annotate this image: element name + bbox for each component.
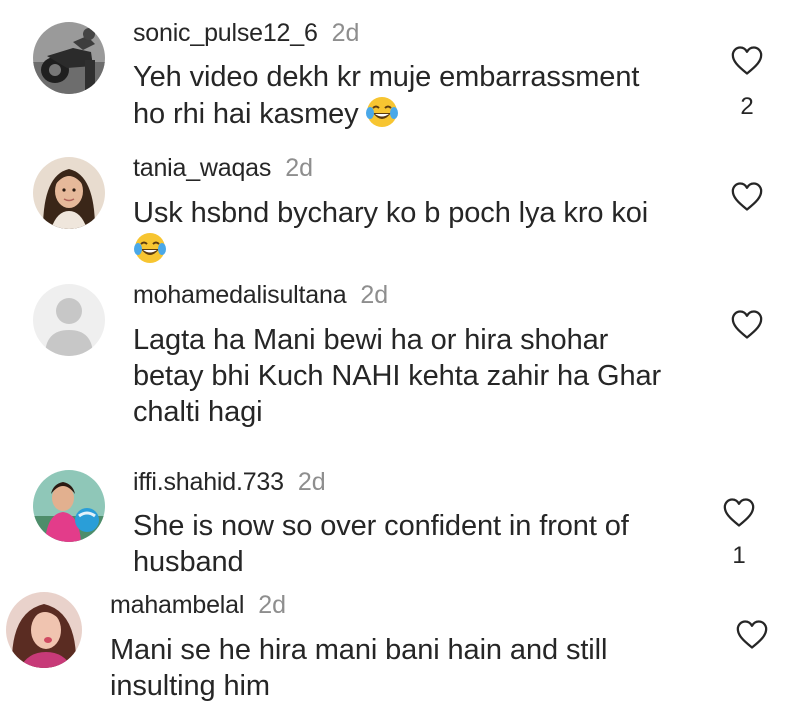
comment-line: She is now so over confident in front of xyxy=(133,510,629,542)
avatar[interactable] xyxy=(33,284,105,356)
like-button[interactable] xyxy=(730,44,764,76)
heart-outline-icon xyxy=(723,498,755,527)
comment-meta: mohamedalisultana 2d xyxy=(133,280,388,310)
comment-text: She is now so over confident in front of… xyxy=(133,508,629,580)
comment-meta: tania_waqas 2d xyxy=(133,153,313,183)
comment-text: Yeh video dekh kr muje embarrassment ho … xyxy=(133,59,639,132)
comment-line: insulting him xyxy=(110,670,270,702)
motorcycle-avatar xyxy=(33,22,105,94)
heart-outline-icon xyxy=(736,620,768,649)
comment-line: ho rhi hai kasmey xyxy=(133,98,359,130)
laughing-tears-emoji xyxy=(134,233,166,263)
comment-line: chalti hagi xyxy=(133,396,263,428)
username[interactable]: mohamedalisultana xyxy=(133,281,347,309)
like-button[interactable] xyxy=(730,180,764,212)
avatar[interactable] xyxy=(33,157,105,229)
like-count: 1 xyxy=(732,542,746,569)
timestamp: 2d xyxy=(285,154,313,182)
avatar[interactable] xyxy=(33,22,105,94)
username[interactable]: iffi.shahid.733 xyxy=(133,468,284,496)
username[interactable]: sonic_pulse12_6 xyxy=(133,19,318,47)
timestamp: 2d xyxy=(297,468,326,496)
comment-line: betay bhi Kuch NAHI kehta zahir ha Ghar xyxy=(133,360,662,392)
like-button[interactable] xyxy=(730,308,764,340)
like-button[interactable] xyxy=(735,618,769,650)
username[interactable]: tania_waqas xyxy=(133,154,271,182)
default-user-avatar xyxy=(33,284,105,356)
child-portrait-avatar xyxy=(33,470,105,542)
comment-line: husband xyxy=(133,546,244,578)
timestamp: 2d xyxy=(331,19,360,47)
woman-portrait-avatar xyxy=(33,157,105,229)
comment-text: Usk hsbnd bychary ko b poch lya kro koi xyxy=(133,195,648,268)
woman-selfie-avatar xyxy=(6,592,82,668)
comment-line: Mani se he hira mani bani hain and still xyxy=(110,634,608,666)
heart-outline-icon xyxy=(731,46,763,75)
heart-outline-icon xyxy=(731,310,763,339)
comment-line: Yeh video dekh kr muje embarrassment xyxy=(133,61,640,93)
comment-line-with-emoji xyxy=(133,231,648,268)
heart-outline-icon xyxy=(731,182,763,211)
comment-meta: sonic_pulse12_6 2d xyxy=(133,18,359,48)
laughing-tears-emoji xyxy=(365,97,398,127)
avatar[interactable] xyxy=(6,592,82,668)
like-count: 2 xyxy=(740,93,754,120)
timestamp: 2d xyxy=(258,591,286,619)
like-button[interactable] xyxy=(722,496,756,528)
timestamp: 2d xyxy=(360,281,389,309)
comment-line: Lagta ha Mani bewi ha or hira shohar xyxy=(133,324,609,356)
comment-meta: iffi.shahid.733 2d xyxy=(133,467,326,497)
comment-text: Lagta ha Mani bewi ha or hira shohar bet… xyxy=(133,322,661,430)
avatar[interactable] xyxy=(33,470,105,542)
comment-meta: mahambelal 2d xyxy=(110,590,286,620)
comment-line: Usk hsbnd bychary ko b poch lya kro koi xyxy=(133,197,649,229)
comment-line-with-emoji: ho rhi hai kasmey xyxy=(133,95,639,132)
comment-text: Mani se he hira mani bani hain and still… xyxy=(110,632,607,704)
username[interactable]: mahambelal xyxy=(110,591,244,619)
